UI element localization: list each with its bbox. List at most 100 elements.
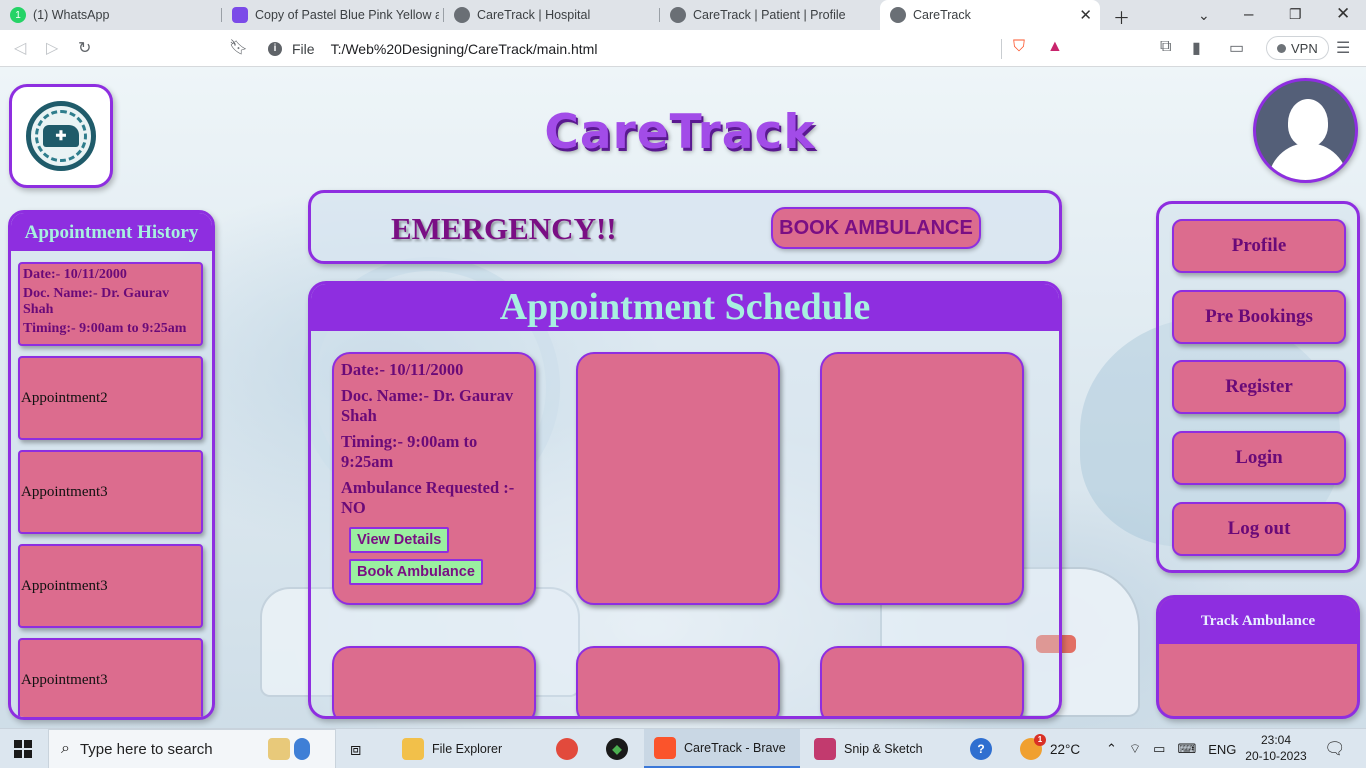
close-window-icon[interactable]: ✕ (1336, 4, 1350, 24)
menu-icon[interactable]: ☰ (1336, 38, 1350, 58)
login-button[interactable]: Login (1172, 431, 1346, 485)
profile-button[interactable]: Profile (1172, 219, 1346, 273)
history-timing: Timing:- 9:00am to 9:25am (23, 321, 187, 336)
tab-title: Copy of Pastel Blue Pink Yellow an (255, 8, 439, 22)
url-text[interactable]: T:/Web%20Designing/CareTrack/main.html (331, 41, 598, 57)
task-view-icon[interactable]: ⧈ (350, 729, 361, 768)
navigation-panel: Profile Pre Bookings Register Login Log … (1156, 201, 1360, 573)
search-icon: ⌕ (61, 740, 70, 757)
close-tab-icon[interactable]: ✕ (1079, 6, 1092, 24)
tab-caretrack[interactable]: CareTrack ✕ (880, 0, 1100, 30)
notepad-app-icon[interactable] (268, 729, 318, 768)
appointment-schedule-panel: Appointment Schedule Date:- 10/11/2000 D… (308, 281, 1062, 719)
browser-toolbar: ◁ ▷ ↻ 🔖︎ i File T:/Web%20Designing/CareT… (0, 30, 1366, 67)
appointment-card: Date:- 10/11/2000 Doc. Name:- Dr. Gaurav… (332, 352, 536, 605)
vpn-label: VPN (1291, 40, 1318, 56)
minimize-icon[interactable]: – (1244, 4, 1253, 24)
history-item[interactable]: Appointment3 (18, 450, 203, 534)
appointment-card[interactable] (576, 352, 780, 605)
snip-icon (814, 738, 836, 760)
address-bar[interactable]: i File T:/Web%20Designing/CareTrack/main… (258, 34, 1074, 63)
tab-caretrack-hospital[interactable]: CareTrack | Hospital (444, 0, 660, 30)
history-item[interactable]: Date:- 10/11/2000 Doc. Name:- Dr. Gaurav… (18, 262, 203, 346)
tab-whatsapp[interactable]: 1 (1) WhatsApp (0, 0, 222, 30)
notifications-icon[interactable]: 🗨︎ (1324, 729, 1346, 768)
help-icon[interactable]: ? (970, 729, 1000, 768)
browser-tab-strip: 1 (1) WhatsApp Copy of Pastel Blue Pink … (0, 0, 1366, 30)
weather-widget[interactable]: 1 22°C (1020, 729, 1080, 768)
tab-caretrack-profile[interactable]: CareTrack | Patient | Profile (660, 0, 880, 30)
taskbar-app-label: File Explorer (432, 742, 503, 756)
tab-title: CareTrack | Hospital (477, 8, 591, 22)
appointment-card[interactable] (576, 646, 780, 716)
globe-icon (670, 7, 686, 23)
appointment-ambulance-status: Ambulance Requested :- NO (341, 478, 515, 517)
tab-title: (1) WhatsApp (33, 8, 110, 22)
brave-shield-icon[interactable]: ⛉ (1013, 38, 1025, 56)
reload-icon[interactable]: ↻ (78, 38, 91, 58)
divider (1001, 39, 1002, 59)
history-doctor: Doc. Name:- Dr. Gaurav Shah (23, 286, 170, 317)
register-button[interactable]: Register (1172, 360, 1346, 414)
chevron-down-icon[interactable]: ⌄ (1198, 7, 1210, 24)
history-item[interactable]: Appointment2 (18, 356, 203, 440)
clock-date: 20-10-2023 (1245, 749, 1307, 763)
battery-icon[interactable]: ▭ (1153, 741, 1165, 757)
clock[interactable]: 23:04 20-10-2023 (1236, 732, 1316, 764)
tab-canva[interactable]: Copy of Pastel Blue Pink Yellow an (222, 0, 444, 30)
avatar-head (1288, 99, 1328, 147)
pre-bookings-button[interactable]: Pre Bookings (1172, 290, 1346, 344)
appointment-history-title: Appointment History (11, 213, 212, 251)
book-ambulance-small-button[interactable]: Book Ambulance (349, 559, 483, 585)
emergency-panel: EMERGENCY!! BOOK AMBULANCE (308, 190, 1062, 264)
url-scheme: File (292, 40, 315, 57)
back-icon[interactable]: ◁ (14, 38, 26, 58)
view-details-button[interactable]: View Details (349, 527, 450, 553)
appointment-card[interactable] (820, 646, 1024, 716)
emergency-heading: EMERGENCY!! (391, 211, 617, 246)
avatar-body (1268, 143, 1348, 180)
appointment-history-panel: Appointment History Date:- 10/11/2000 Do… (8, 210, 215, 720)
appointment-card[interactable] (820, 352, 1024, 605)
appointment-card[interactable] (332, 646, 536, 716)
brave-rewards-icon[interactable]: ▲ (1047, 38, 1063, 56)
notification-badge: 1 (1034, 734, 1046, 746)
bookmark-icon[interactable]: 🔖︎ (229, 38, 248, 56)
extensions-icon[interactable]: ⧉ (1160, 38, 1171, 56)
taskbar-file-explorer[interactable]: File Explorer (396, 729, 508, 768)
track-ambulance-title: Track Ambulance (1159, 598, 1357, 644)
chevron-up-icon[interactable]: ⌃ (1106, 741, 1117, 757)
sidebar-icon[interactable]: ▮ (1192, 38, 1201, 58)
appointment-schedule-title: Appointment Schedule (311, 284, 1059, 331)
new-tab-icon[interactable]: ＋ (1113, 4, 1130, 29)
forward-icon[interactable]: ▷ (46, 38, 58, 58)
site-title: CareTrack (544, 105, 816, 160)
site-logo[interactable]: ✚ (9, 84, 113, 188)
track-ambulance-panel[interactable]: Track Ambulance (1156, 595, 1360, 719)
tab-title: CareTrack (913, 8, 971, 22)
wallet-icon[interactable]: ▭ (1229, 38, 1244, 58)
logout-button[interactable]: Log out (1172, 502, 1346, 556)
mongodb-app-icon[interactable]: ◆ (606, 729, 636, 768)
language-indicator[interactable]: ENG (1208, 742, 1236, 757)
user-avatar[interactable] (1253, 78, 1358, 183)
appointment-timing: Timing:- 9:00am to 9:25am (341, 432, 478, 471)
globe-icon (454, 7, 470, 23)
tab-title: CareTrack | Patient | Profile (693, 8, 846, 22)
taskbar-caretrack-brave[interactable]: CareTrack - Brave (644, 729, 800, 768)
vpn-button[interactable]: VPN (1266, 36, 1329, 60)
taskbar-app-label: Snip & Sketch (844, 742, 923, 756)
restore-icon[interactable]: ❐ (1289, 6, 1302, 23)
clock-time: 23:04 (1260, 733, 1292, 747)
keyboard-icon[interactable]: ⌨ (1177, 741, 1196, 757)
appointment-date: Date:- 10/11/2000 (341, 360, 464, 379)
book-ambulance-button[interactable]: BOOK AMBULANCE (771, 207, 981, 249)
chrome-app-icon[interactable] (556, 729, 586, 768)
history-item[interactable]: Appointment3 (18, 544, 203, 628)
taskbar-snip-sketch[interactable]: Snip & Sketch (808, 729, 923, 768)
wifi-icon[interactable]: ⌔ (1129, 741, 1141, 757)
windows-start-icon[interactable] (14, 740, 32, 758)
system-tray[interactable]: ⌃ ⌔ ▭ ⌨ ENG (1106, 729, 1236, 768)
info-icon[interactable]: i (268, 41, 282, 56)
history-item[interactable]: Appointment3 (18, 638, 203, 717)
